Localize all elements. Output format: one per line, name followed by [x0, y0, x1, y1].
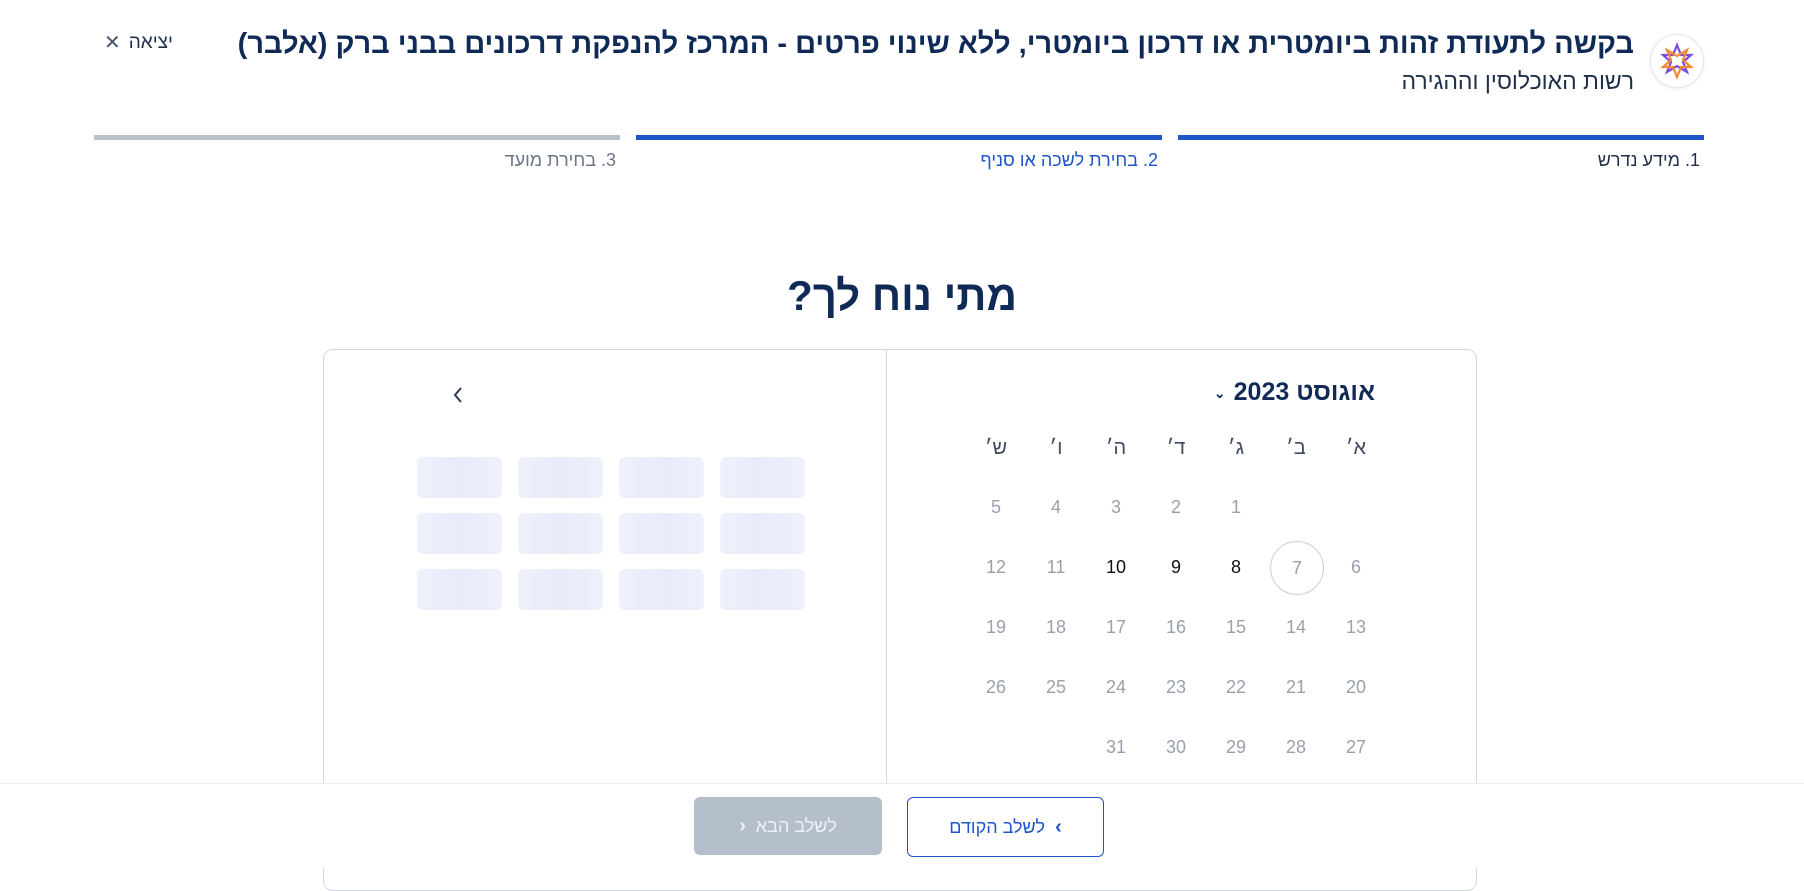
calendar-day: 20 — [1345, 677, 1367, 697]
calendar-day: 15 — [1225, 617, 1247, 637]
calendar-day: 23 — [1165, 677, 1187, 697]
weekday-header: ש׳ — [984, 437, 1008, 459]
time-slot-placeholder — [720, 457, 805, 498]
calendar-day: 26 — [985, 677, 1007, 697]
month-label: אוגוסט 2023 — [1233, 378, 1375, 406]
previous-step-button[interactable]: › לשלב הקודם — [907, 797, 1104, 857]
calendar-day: 6 — [1350, 557, 1361, 577]
calendar-day: 7 — [1270, 541, 1324, 595]
chevron-left-icon: ‹ — [739, 814, 746, 837]
time-slot-placeholder — [518, 457, 603, 498]
exit-button[interactable]: יציאה ✕ — [104, 30, 173, 55]
calendar-day: 21 — [1285, 677, 1307, 697]
calendar-day: 13 — [1345, 617, 1367, 637]
question-heading: מתי נוח לך? — [787, 272, 1017, 319]
calendar-day: 29 — [1225, 737, 1247, 757]
calendar-day[interactable]: 9 — [1150, 541, 1202, 593]
calendar-day: 30 — [1165, 737, 1187, 757]
step-3-bar — [94, 135, 620, 140]
calendar-day: 11 — [1046, 557, 1066, 577]
weekday-header: ג׳ — [1227, 437, 1245, 459]
time-slot-placeholder — [619, 569, 704, 610]
exit-label: יציאה — [128, 31, 173, 53]
weekday-header: ה׳ — [1105, 437, 1127, 459]
calendar-day: 27 — [1345, 737, 1367, 757]
time-slot-placeholder — [417, 513, 502, 554]
calendar-day: 22 — [1225, 677, 1247, 697]
weekday-header: ד׳ — [1166, 437, 1186, 459]
step-2-label: 2. בחירת לשכה או סניף — [980, 150, 1159, 170]
calendar-day: 24 — [1105, 677, 1127, 697]
calendar-day: 4 — [1050, 497, 1061, 517]
time-slot-placeholder — [518, 513, 603, 554]
chevron-down-icon: ⌄ — [1213, 385, 1226, 401]
star-logo-icon — [1660, 42, 1694, 80]
next-step-label: לשלב הבא — [755, 815, 837, 836]
calendar-day: 12 — [985, 557, 1007, 577]
time-slot-placeholder — [720, 513, 805, 554]
calendar-day: 28 — [1285, 737, 1307, 757]
time-slot-placeholder — [619, 513, 704, 554]
calendar-day: 17 — [1105, 617, 1127, 637]
calendar-day[interactable]: 8 — [1210, 541, 1262, 593]
step-1-label: 1. מידע נדרש — [1597, 150, 1700, 170]
previous-step-label: לשלב הקודם — [949, 816, 1046, 837]
step-2-bar — [636, 135, 1162, 140]
page-subtitle: רשות האוכלוסין וההגירה — [1401, 68, 1634, 94]
step-3-label: 3. בחירת מועד — [504, 150, 616, 170]
chevron-right-icon: › — [1055, 815, 1062, 838]
weekday-header: ו׳ — [1049, 437, 1063, 459]
calendar-day: 19 — [985, 617, 1007, 637]
calendar-day: 31 — [1105, 737, 1127, 757]
calendar-day: 1 — [1230, 497, 1241, 517]
time-slot-placeholder — [720, 569, 805, 610]
chevron-right-icon[interactable] — [444, 378, 472, 412]
calendar-day: 3 — [1110, 497, 1121, 517]
time-slot-placeholder — [518, 569, 603, 610]
month-dropdown[interactable]: אוגוסט 2023 ⌄ — [1214, 378, 1375, 407]
page-title: בקשה לתעודת זהות ביומטרית או דרכון ביומט… — [237, 28, 1634, 60]
time-slot-placeholder — [417, 569, 502, 610]
close-icon: ✕ — [104, 32, 121, 54]
weekday-header: ב׳ — [1286, 437, 1306, 459]
calendar-day: 25 — [1045, 677, 1067, 697]
calendar-day: 5 — [990, 497, 1001, 517]
calendar-day[interactable]: 10 — [1090, 541, 1142, 593]
authority-logo — [1650, 34, 1704, 88]
card-divider — [886, 349, 887, 789]
next-step-button[interactable]: לשלב הבא ‹ — [694, 797, 882, 855]
calendar-day: 18 — [1045, 617, 1067, 637]
time-slot-placeholder — [417, 457, 502, 498]
calendar-day: 14 — [1285, 617, 1307, 637]
footer-bar — [0, 783, 1804, 868]
weekday-header: א׳ — [1345, 437, 1367, 459]
step-1-bar — [1178, 135, 1704, 140]
time-slot-placeholder — [619, 457, 704, 498]
calendar-day: 16 — [1165, 617, 1187, 637]
calendar-day: 2 — [1170, 497, 1181, 517]
